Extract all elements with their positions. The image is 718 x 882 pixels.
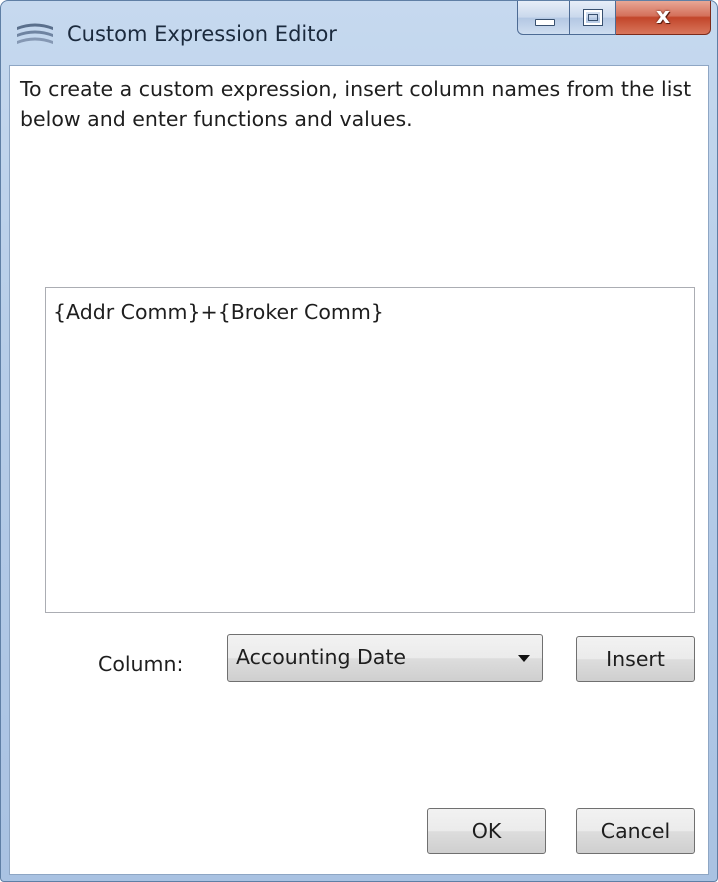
minimize-icon	[535, 19, 555, 26]
dialog-content: To create a custom expression, insert co…	[9, 65, 709, 875]
maximize-icon	[583, 9, 603, 26]
cancel-button[interactable]: Cancel	[576, 808, 695, 854]
column-label: Column:	[98, 652, 184, 676]
ok-button[interactable]: OK	[427, 808, 546, 854]
close-icon: x	[655, 4, 671, 29]
app-logo-icon	[17, 23, 53, 44]
chevron-down-icon	[518, 655, 530, 662]
minimize-button[interactable]	[517, 1, 570, 35]
window-title: Custom Expression Editor	[67, 22, 337, 46]
expression-textarea[interactable]: {Addr Comm}+{Broker Comm}	[45, 287, 695, 613]
caption-buttons: x	[517, 1, 711, 37]
maximize-button[interactable]	[570, 1, 616, 35]
dialog-window: Custom Expression Editor x To create a c…	[0, 0, 718, 882]
instruction-text: To create a custom expression, insert co…	[20, 77, 692, 131]
title-bar[interactable]: Custom Expression Editor x	[1, 1, 717, 65]
column-select-value: Accounting Date	[236, 645, 406, 669]
close-button[interactable]: x	[616, 1, 711, 35]
insert-button[interactable]: Insert	[576, 636, 695, 682]
column-select[interactable]: Accounting Date	[227, 634, 543, 682]
expression-value: {Addr Comm}+{Broker Comm}	[53, 300, 384, 324]
